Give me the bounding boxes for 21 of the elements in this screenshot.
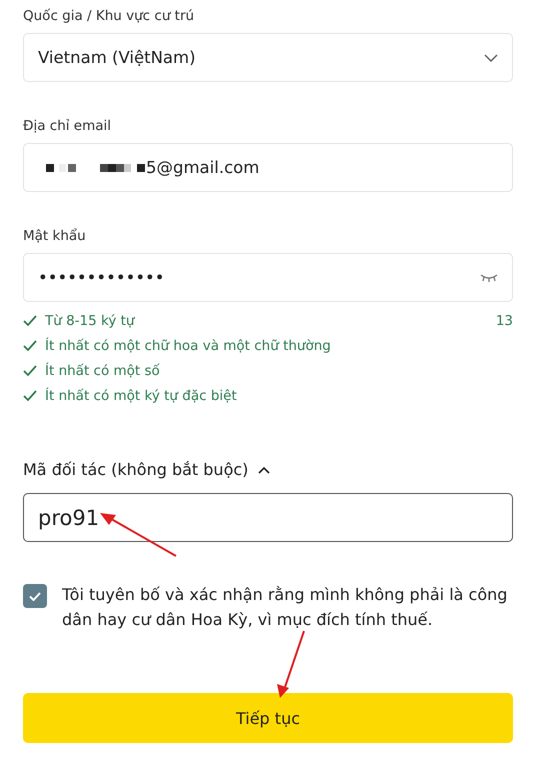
chevron-down-icon bbox=[484, 54, 498, 62]
field-label: Quốc gia / Khu vực cư trú bbox=[23, 7, 196, 26]
field-label: Địa chỉ email bbox=[23, 117, 112, 136]
annotation-arrow bbox=[276, 630, 306, 700]
country-select[interactable]: Vietnam (ViệtNam) bbox=[23, 33, 513, 82]
password-rule: Ít nhất có một chữ hoa và một chữ thường bbox=[45, 338, 332, 354]
checkbox[interactable] bbox=[23, 584, 47, 608]
email-field[interactable]: 5@gmail.com bbox=[23, 143, 513, 192]
section-toggle[interactable]: Mã đối tác (không bắt buộc) bbox=[23, 460, 248, 479]
password-rule: Ít nhất có một số bbox=[45, 362, 161, 378]
character-count: 13 bbox=[496, 312, 513, 328]
continue-button[interactable]: Tiếp tục bbox=[23, 693, 513, 743]
check-icon bbox=[29, 592, 41, 600]
declaration-text: Tôi tuyên bố và xác nhận rằng mình không phải là công dân hay cư dân Hoa Kỳ, vì mục đích tính thuế. bbox=[62, 584, 508, 631]
field-label: Mật khẩu bbox=[23, 227, 87, 246]
password-rule: Ít nhất có một ký tự đặc biệt bbox=[45, 388, 238, 404]
password-field[interactable]: ••••••••••••• bbox=[23, 253, 513, 302]
partner-code-field[interactable]: pro91 bbox=[23, 493, 513, 542]
password-rule: Từ 8-15 ký tự bbox=[45, 312, 136, 328]
eye-closed-icon[interactable] bbox=[480, 274, 498, 282]
chevron-up-icon[interactable] bbox=[258, 466, 270, 474]
